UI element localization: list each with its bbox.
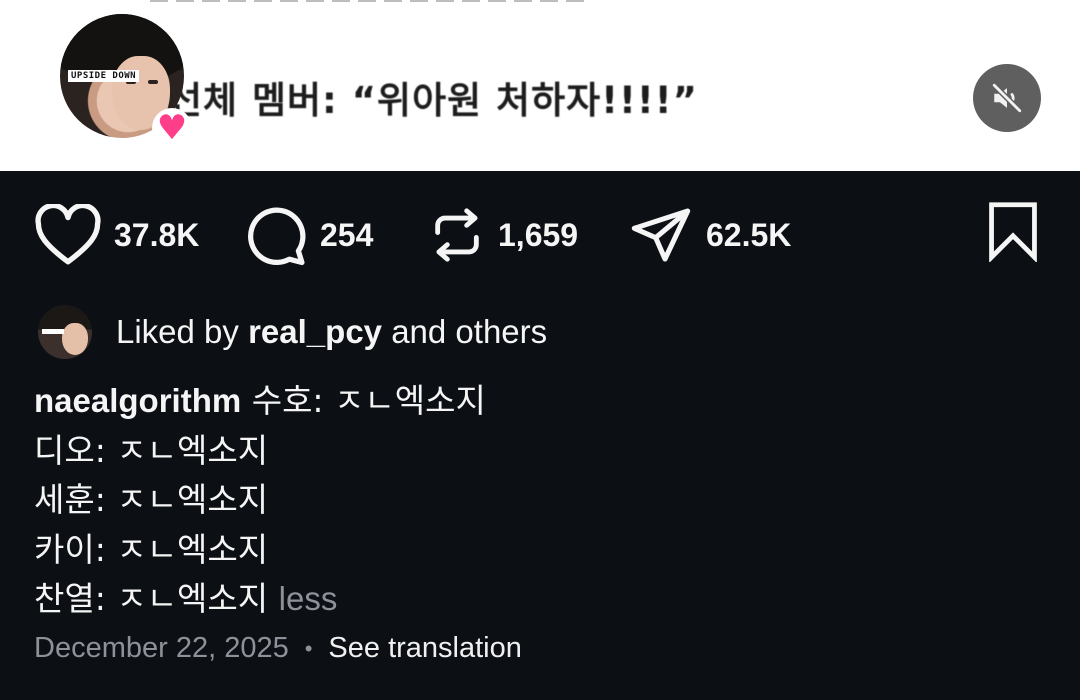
avatar-tag: UPSIDE DOWN: [68, 70, 140, 82]
caption-line: 세훈: ㅈㄴ엑소지: [34, 480, 269, 519]
liker-avatar[interactable]: [38, 305, 92, 359]
post-caption: naealgorithm 수호: ㅈㄴ엑소지 디오: ㅈㄴ엑소지 세훈: ㅈㄴ엑…: [34, 376, 486, 624]
media-caption: 선체 멤버: “위아원 처하자!!!!”: [168, 79, 698, 122]
mute-button[interactable]: [973, 64, 1041, 132]
liked-by-text[interactable]: Liked by real_pcy and others: [116, 313, 547, 351]
comment-bubble-icon[interactable]: [242, 202, 308, 268]
heart-icon[interactable]: [34, 204, 102, 266]
action-bar: 37.8K 254 1,659 62.5K: [0, 200, 1080, 270]
caption-line: 디오: ㅈㄴ엑소지: [34, 430, 269, 470]
liked-by-suffix: and others: [382, 313, 548, 350]
repost-action[interactable]: 1,659: [428, 200, 578, 270]
liker-username[interactable]: real_pcy: [248, 313, 382, 350]
repost-icon[interactable]: [428, 203, 486, 267]
post-date: December 22, 2025: [34, 632, 289, 664]
repost-count[interactable]: 1,659: [498, 217, 578, 254]
liked-by-prefix: Liked by: [116, 313, 249, 350]
heart-badge-icon: ♥: [152, 108, 192, 148]
bookmark-icon[interactable]: [984, 200, 1042, 262]
caption-text: 찬열: ㅈㄴ엑소지: [34, 579, 269, 618]
paper-plane-icon[interactable]: [628, 203, 694, 267]
volume-muted-icon: [991, 82, 1023, 114]
caption-line: naealgorithm 수호: ㅈㄴ엑소지: [34, 376, 486, 426]
separator-dot: •: [304, 635, 313, 661]
share-count[interactable]: 62.5K: [706, 217, 791, 254]
caption-text: 수호: ㅈㄴ엑소지: [251, 381, 486, 420]
share-action[interactable]: 62.5K: [628, 200, 791, 270]
comment-action[interactable]: 254: [242, 200, 373, 270]
like-action[interactable]: 37.8K: [34, 200, 199, 270]
media-top-text-fragment: [150, 0, 590, 8]
post-media[interactable]: 선체 멤버: “위아원 처하자!!!!” UPSIDE DOWN ♥: [0, 0, 1080, 171]
caption-username[interactable]: naealgorithm: [34, 382, 241, 419]
less-link[interactable]: less: [279, 580, 338, 617]
liked-by-row[interactable]: Liked by real_pcy and others: [38, 304, 547, 360]
comment-count[interactable]: 254: [320, 217, 373, 254]
like-count[interactable]: 37.8K: [114, 217, 199, 254]
see-translation-link[interactable]: See translation: [328, 632, 521, 665]
caption-line: 카이: ㅈㄴ엑소지: [34, 529, 269, 569]
caption-line: 찬열: ㅈㄴ엑소지 less: [34, 574, 486, 624]
post-meta: December 22, 2025 • See translation: [34, 632, 522, 665]
